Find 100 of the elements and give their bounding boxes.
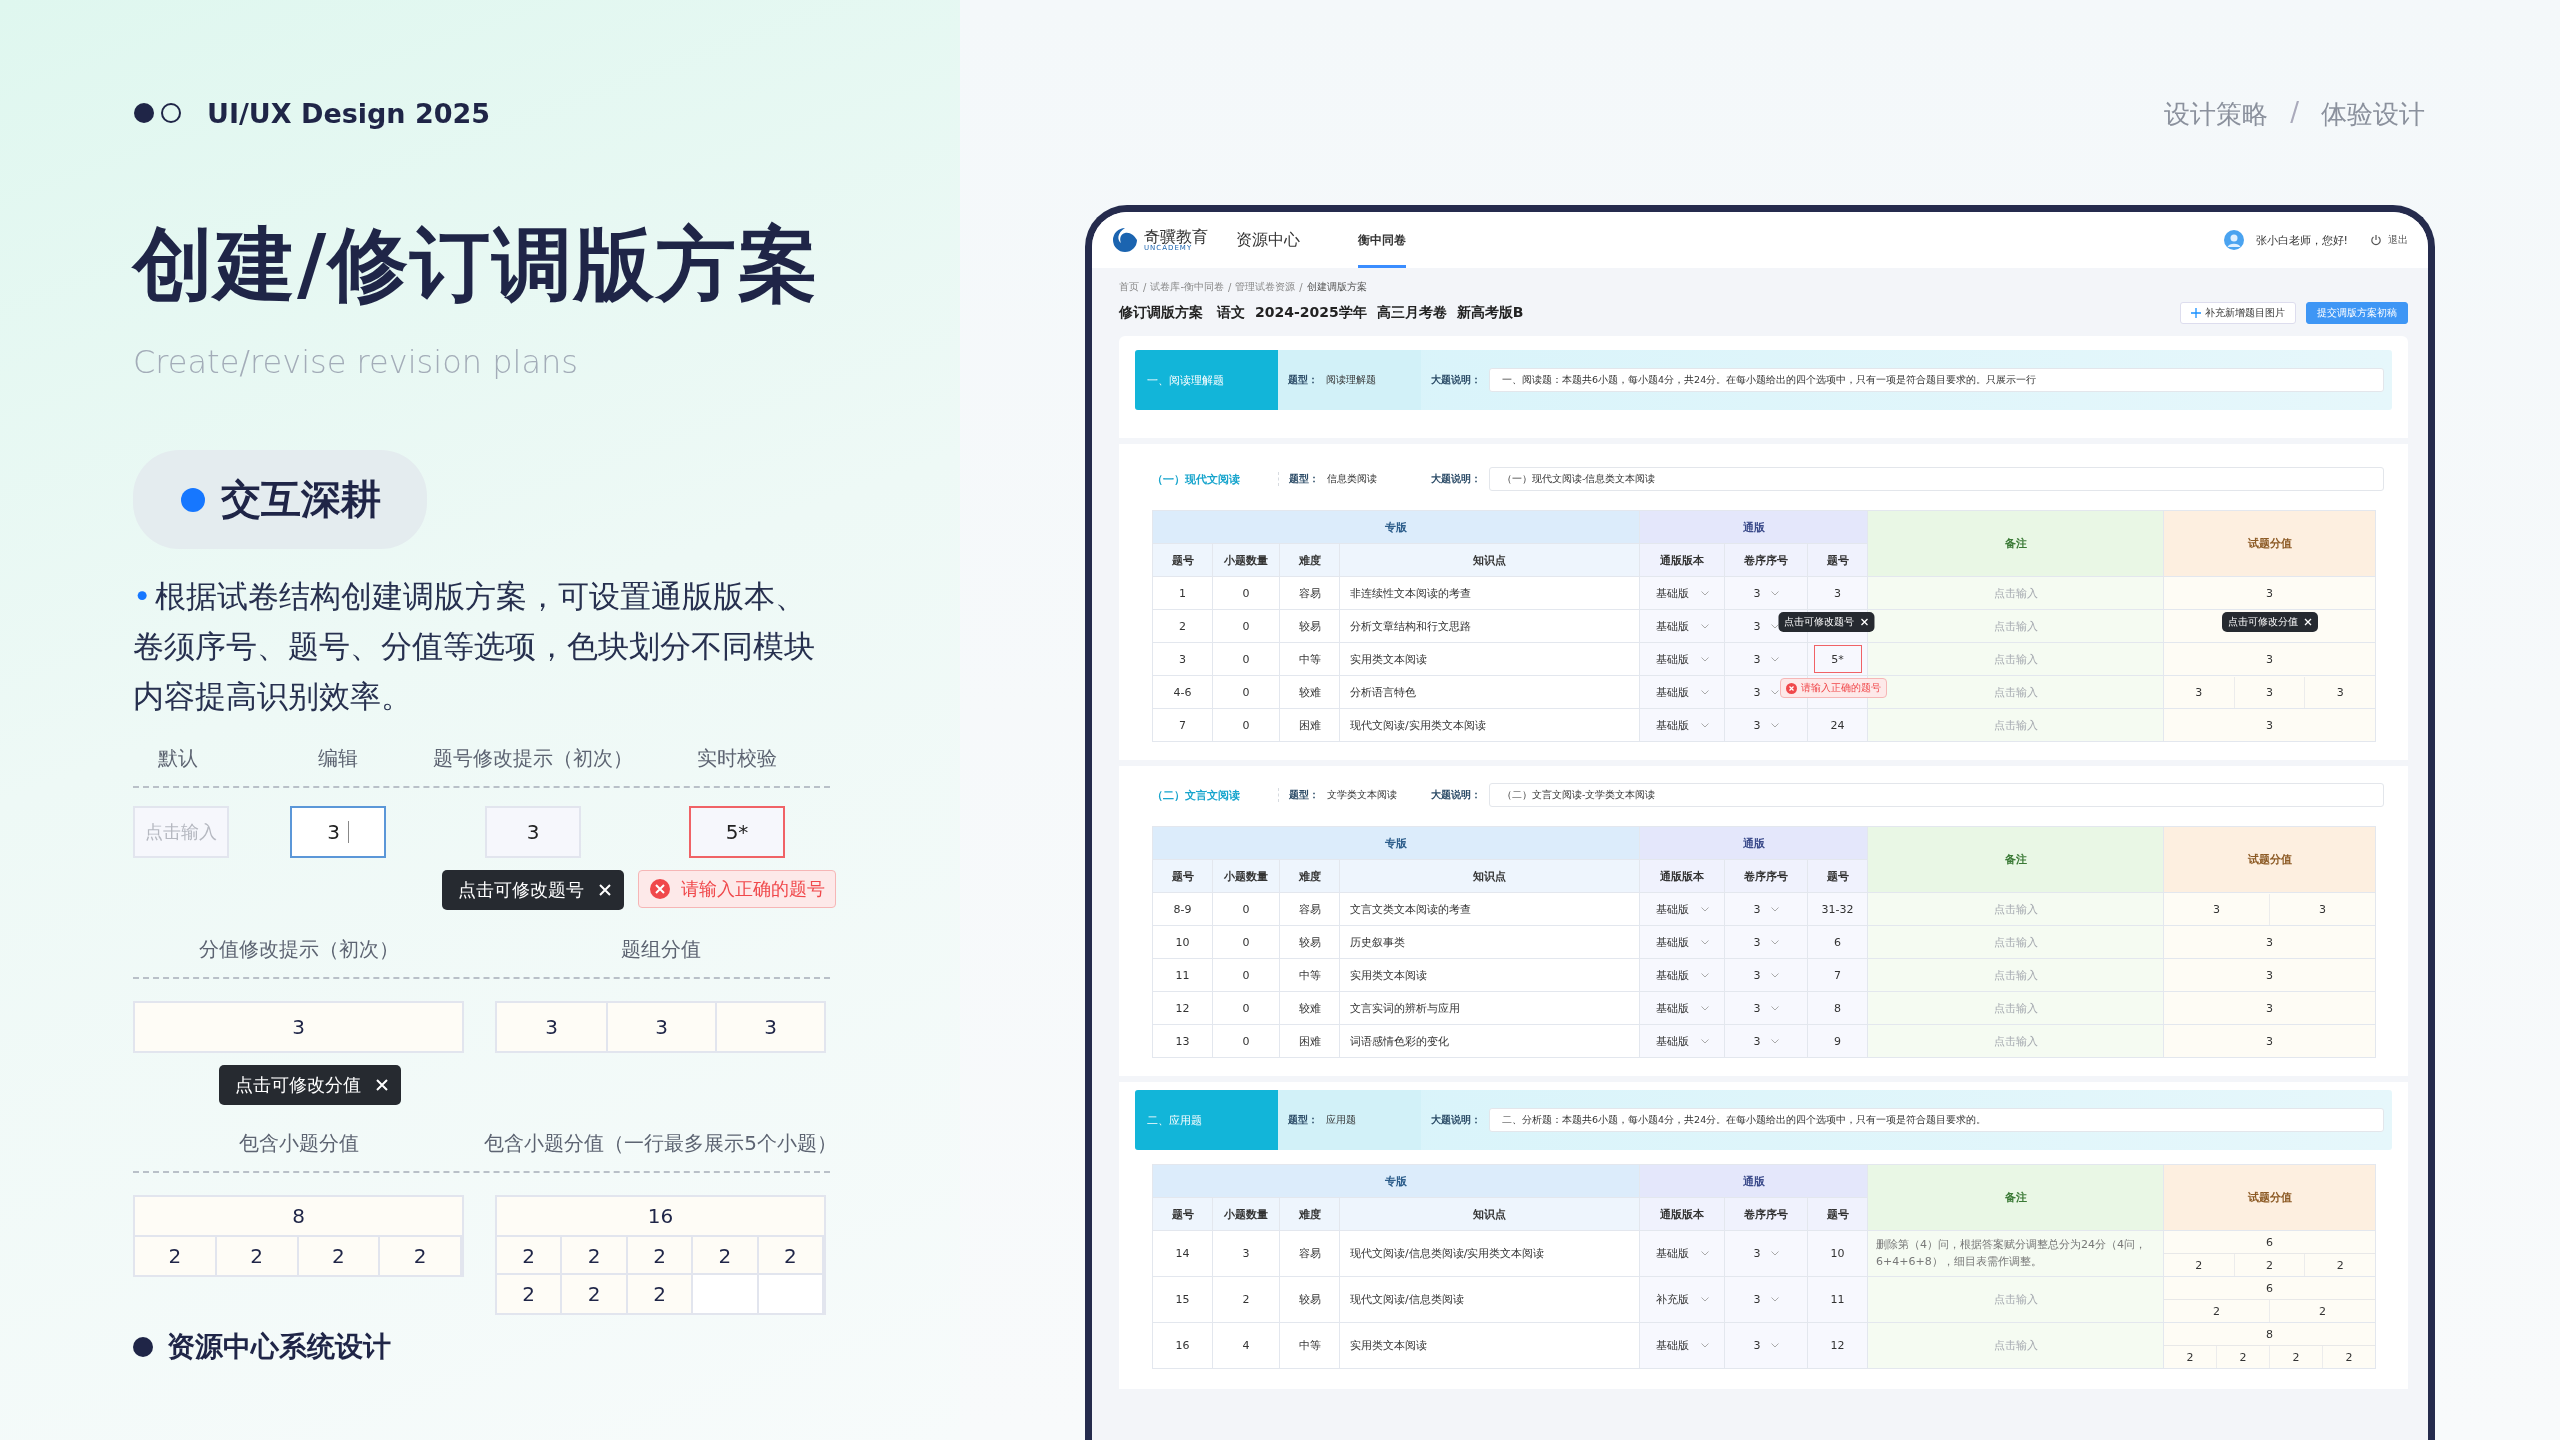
- table-cell: 2: [1152, 609, 1213, 643]
- score-field[interactable]: 3: [2164, 1025, 2376, 1057]
- avatar-icon: [2223, 230, 2244, 250]
- select-field[interactable]: 3: [1753, 1247, 1779, 1260]
- score-field[interactable]: 8: [135, 1197, 462, 1237]
- score-field[interactable]: 8: [2164, 1323, 2376, 1346]
- select-field[interactable]: 3: [1753, 968, 1779, 982]
- question-number-field[interactable]: 10: [1829, 1247, 1846, 1260]
- question-number-field[interactable]: 5*: [1813, 645, 1862, 673]
- group-header: 通版: [1639, 510, 1868, 544]
- page-title: 修订调版方案: [1119, 304, 1203, 322]
- select-field[interactable]: 3: [1753, 619, 1779, 633]
- score-field[interactable]: 3: [2164, 926, 2376, 958]
- logout-link[interactable]: 退出: [2388, 233, 2408, 247]
- description-field[interactable]: 一、阅读题：本题共6小题，每小题4分，共24分。在每小题给出的四个选项中，只有一项是符合题目要求的。只展示一行: [1489, 368, 2384, 392]
- select-field[interactable]: 3: [1753, 1001, 1779, 1015]
- select-field[interactable]: 3: [1753, 652, 1779, 666]
- input-field[interactable]: 5*: [689, 806, 785, 858]
- score-field[interactable]: 3: [133, 1001, 464, 1053]
- score-field[interactable]: 2: [562, 1235, 628, 1275]
- table-cell: 8-9: [1152, 892, 1213, 926]
- question-number-field[interactable]: 9: [1829, 1034, 1846, 1048]
- caret-icon: [1770, 1297, 1779, 1302]
- score-field[interactable]: 3: [2164, 577, 2376, 609]
- score-field[interactable]: 2: [216, 1235, 299, 1275]
- table-cell: 3: [1212, 1230, 1280, 1277]
- breadcrumb-link[interactable]: 创建调版方案: [1306, 280, 1367, 294]
- score-field[interactable]: 2: [497, 1273, 563, 1313]
- action-button[interactable]: 补充新增题目图片: [2180, 302, 2296, 324]
- select-field[interactable]: 3: [1753, 935, 1779, 949]
- section-heading: 资源中心系统设计: [167, 1329, 391, 1365]
- score-field[interactable]: 16: [497, 1197, 824, 1237]
- question-number-field[interactable]: 3: [1829, 586, 1846, 600]
- select-field[interactable]: 3: [1753, 1293, 1779, 1306]
- score-field[interactable]: 2: [135, 1235, 217, 1275]
- score-field[interactable]: 6: [2164, 1231, 2376, 1254]
- demo-label: 包含小题分值（一行最多展示5个小题）: [484, 1130, 837, 1157]
- column-header: 知识点: [1339, 543, 1640, 577]
- input-field[interactable]: 3: [485, 806, 581, 858]
- question-number-field[interactable]: 7: [1829, 968, 1846, 982]
- caret-icon: [1700, 689, 1709, 695]
- question-number-field[interactable]: 8: [1829, 1001, 1846, 1015]
- description-field[interactable]: 二、分析题：本题共6小题，每小题4分，共24分。在每小题给出的四个选项中，只有一项是符合题目要求的。: [1489, 1108, 2384, 1132]
- description-field[interactable]: （二）文言文阅读-文学类文本阅读: [1489, 783, 2384, 807]
- score-field[interactable]: 3: [2164, 709, 2376, 741]
- table-cell: 0: [1212, 609, 1280, 643]
- score-field[interactable]: 3: [2164, 643, 2376, 675]
- select-field[interactable]: 3: [1753, 718, 1779, 732]
- score-field[interactable]: 2: [562, 1273, 628, 1313]
- question-number-field[interactable]: 12: [1829, 1339, 1846, 1352]
- score-field[interactable]: 6: [2164, 1277, 2376, 1300]
- score-field[interactable]: 2: [2304, 1254, 2376, 1276]
- breadcrumb-link[interactable]: 首页: [1119, 280, 1139, 294]
- score-field[interactable]: 2: [2164, 1300, 2270, 1322]
- select-field[interactable]: 3: [1753, 586, 1779, 600]
- breadcrumb-link[interactable]: 管理试卷资源: [1235, 280, 1296, 294]
- close-icon[interactable]: [375, 1078, 389, 1092]
- select-field[interactable]: 3: [1753, 1034, 1779, 1048]
- close-icon[interactable]: [598, 883, 612, 897]
- score-field[interactable]: 3: [2164, 992, 2376, 1024]
- question-number-field[interactable]: 11: [1829, 1293, 1846, 1306]
- power-icon[interactable]: [2370, 234, 2382, 246]
- score-field[interactable]: 2: [2216, 1346, 2270, 1368]
- score-field[interactable]: 2: [2164, 1346, 2217, 1368]
- score-field[interactable]: 2: [2269, 1300, 2376, 1322]
- table-cell: 历史叙事类: [1339, 925, 1640, 959]
- close-icon[interactable]: [1860, 618, 1868, 626]
- question-number-field[interactable]: 6: [1829, 935, 1846, 949]
- type-value: 文学类文本阅读: [1327, 788, 1397, 802]
- table-cell: 0: [1212, 576, 1280, 610]
- subtitle: Create/revise revision plans: [133, 343, 579, 381]
- score-field[interactable]: 2: [2164, 1254, 2234, 1276]
- demo-label: 题组分值: [620, 936, 701, 963]
- table-cell: 10: [1152, 925, 1213, 959]
- tooltip: 点击可修改分值: [219, 1065, 401, 1105]
- table-cell: 分析语言特色: [1339, 675, 1640, 709]
- score-field[interactable]: 2: [2269, 1346, 2323, 1368]
- score-field[interactable]: 2: [298, 1235, 381, 1275]
- error-message: 请输入正确的题号: [1780, 678, 1887, 698]
- select-field[interactable]: 3: [1753, 685, 1779, 699]
- table-cell: 中等: [1279, 642, 1340, 676]
- score-field[interactable]: 2: [627, 1235, 694, 1275]
- table-cell: 容易: [1279, 892, 1340, 926]
- score-field[interactable]: 3: [2164, 959, 2376, 991]
- score-field[interactable]: 2: [2233, 1254, 2305, 1276]
- score-field[interactable]: 2: [497, 1235, 563, 1275]
- breadcrumb-link[interactable]: 试卷库-衡中同卷: [1150, 280, 1224, 294]
- column-header: 难度: [1279, 543, 1340, 577]
- column-header: 题号: [1152, 543, 1213, 577]
- score-field[interactable]: 2: [2322, 1346, 2376, 1368]
- input-field[interactable]: 3: [290, 806, 386, 858]
- select-field[interactable]: 3: [1753, 1339, 1779, 1352]
- demo-label: 题号修改提示（初次）: [433, 745, 633, 772]
- nav-tab[interactable]: 衡中同卷: [1358, 212, 1406, 268]
- question-number-field[interactable]: 24: [1829, 718, 1846, 732]
- caret-icon: [1770, 722, 1779, 728]
- description-field[interactable]: （一）现代文阅读-信息类文本阅读: [1489, 467, 2384, 491]
- close-icon[interactable]: [2303, 618, 2312, 626]
- score-field[interactable]: 2: [380, 1235, 462, 1275]
- select-field[interactable]: 3: [1753, 902, 1779, 916]
